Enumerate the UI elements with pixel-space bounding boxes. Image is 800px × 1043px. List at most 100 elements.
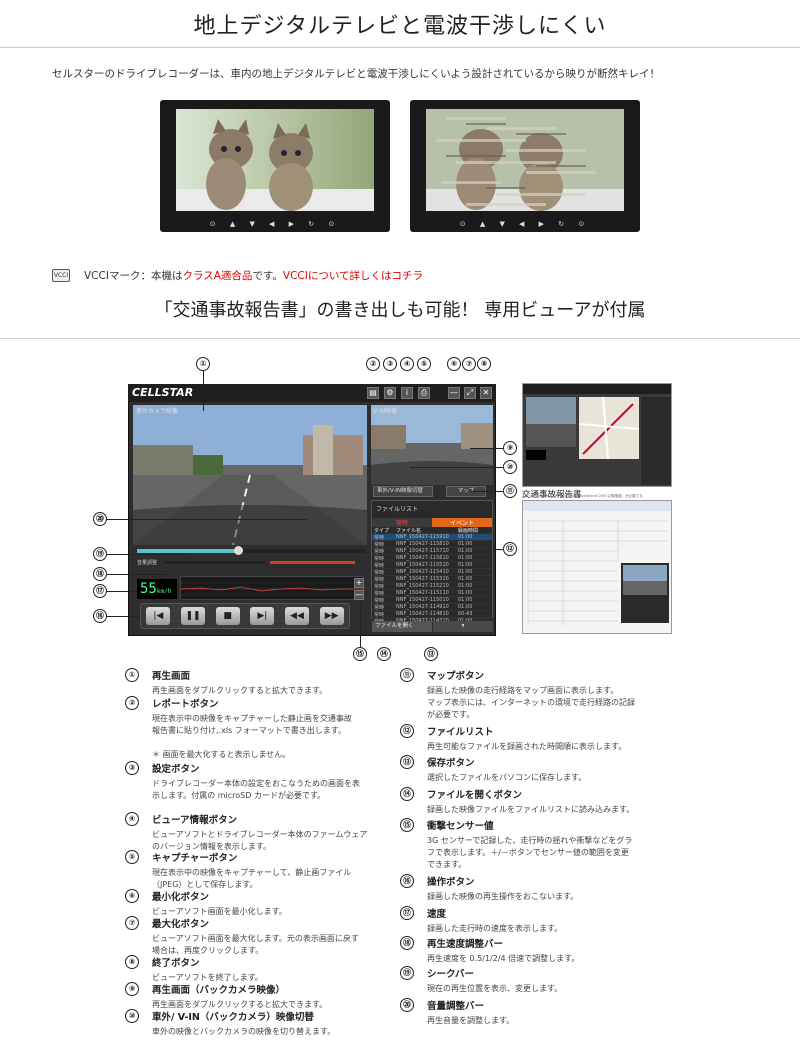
- close-button[interactable]: ✕: [480, 387, 492, 399]
- callout-line: [470, 491, 503, 492]
- rewind-button[interactable]: ◀◀: [284, 607, 309, 625]
- file-name: NNF_150427-115610: [396, 555, 449, 561]
- item-description: 録画した映像ファイルをファイルリストに読み込みます。: [427, 805, 635, 814]
- callout-12: ⑫: [503, 542, 517, 556]
- item-number: ①: [125, 668, 139, 682]
- item-description: 録画した映像の走行経路をマップ画面に表示します。 マップ表示には、インターネット…: [427, 686, 635, 719]
- seek-handle[interactable]: [234, 546, 243, 555]
- file-list-row[interactable]: 常時 NNF_150427-115110 01:00: [372, 590, 492, 597]
- callout-4: ④: [400, 357, 414, 371]
- file-type: 常時: [374, 577, 385, 583]
- callout-20: ⑳: [93, 512, 107, 526]
- feature-item: ③ 設定ボタン ドライブレコーダー本体の設定をおこなうための画面を表 示します。付属…: [125, 761, 395, 802]
- file-type: 常時: [374, 542, 385, 548]
- file-type: 常時: [374, 605, 385, 611]
- maximize-button[interactable]: ⤢: [464, 387, 476, 399]
- item-title: 速度: [427, 909, 447, 920]
- item-title: 最小化ボタン: [152, 892, 210, 903]
- open-file-button[interactable]: ファイルを開く: [372, 621, 432, 632]
- item-title: 再生画面（バックカメラ映像）: [152, 985, 286, 996]
- file-list-row[interactable]: 常時 NNF_150427-115710 01:00: [372, 548, 492, 555]
- item-title: 再生画面: [152, 671, 191, 682]
- seek-bar[interactable]: [137, 549, 365, 553]
- camera-switch-button[interactable]: 車外/V-IN映像切替: [373, 486, 433, 497]
- file-list-row[interactable]: 常時 NNF_150427-115610 01:00: [372, 555, 492, 562]
- col-filename: ファイル名: [396, 528, 422, 534]
- report-subtitle: 本ファイルを開くには、Microsoft Excel(Excel 2007以降推…: [522, 494, 646, 498]
- item-number: ⑤: [125, 850, 139, 864]
- item-title: 音量調整バー: [427, 1001, 485, 1012]
- file-duration: 01:00: [458, 590, 473, 596]
- settings-button[interactable]: ⚙: [384, 387, 396, 399]
- file-type: 常時: [374, 556, 385, 562]
- stop-button[interactable]: ■: [215, 607, 240, 625]
- save-button[interactable]: ▾: [433, 621, 493, 632]
- capture-button[interactable]: ⎙: [418, 387, 430, 399]
- viewer-info-button[interactable]: i: [401, 387, 413, 399]
- main-video-screen[interactable]: [133, 405, 367, 545]
- feature-item: ⑲ シークバー 現在の再生位置を表示、変更します。: [400, 966, 670, 995]
- file-type: 常時: [374, 570, 385, 576]
- file-list-row[interactable]: 常時 NNF_150427-115810 01:00: [372, 541, 492, 548]
- section-title: 「交通事故報告書」の書き出しも可能！ 専用ビューアが付属: [154, 300, 646, 321]
- file-name: NNF_150427-115110: [396, 590, 449, 596]
- seek-bar-fill: [137, 549, 240, 553]
- file-name: NNF_150427-115210: [396, 583, 449, 589]
- file-list-row[interactable]: 常時 NNF_150427-115910 01:00: [372, 534, 492, 541]
- cellstar-logo: CELLSTAR: [132, 386, 194, 399]
- file-type: 常時: [374, 591, 385, 597]
- callout-13: ⑬: [424, 647, 438, 661]
- item-number: ③: [125, 761, 139, 775]
- playback-speed-bar[interactable]: [165, 561, 265, 564]
- file-list-row[interactable]: 常時 NNF_150427-115210 01:00: [372, 583, 492, 590]
- file-list-row[interactable]: 常時 NNF_150427-114910 01:00: [372, 604, 492, 611]
- col-duration: 録画時間: [458, 528, 479, 534]
- file-list-row[interactable]: 常時 NNF_150427-115410 01:00: [372, 569, 492, 576]
- sensor-plus-button[interactable]: +: [354, 578, 364, 588]
- item-number: ⑮: [400, 818, 414, 832]
- callout-line: [107, 554, 187, 555]
- tab-regular[interactable]: 常時: [372, 518, 432, 527]
- file-list-row[interactable]: 常時 NNF_150427-114810 00:43: [372, 611, 492, 618]
- file-list-row[interactable]: 常時 NNF_150427-115010 01:00: [372, 597, 492, 604]
- callout-7: ⑦: [462, 357, 476, 371]
- vcci-text: VCCIマーク：本機は: [84, 270, 183, 282]
- item-description: 再生速度を 0.5/1/2/4 倍速で調整します。: [427, 954, 580, 963]
- callout-14: ⑭: [377, 647, 391, 661]
- tab-event[interactable]: イベント: [432, 518, 492, 527]
- item-description: 現在の再生位置を表示、変更します。: [427, 984, 563, 993]
- file-list-row[interactable]: 常時 NNF_150427-115510 01:00: [372, 562, 492, 569]
- playback-controls: |◀ ❚❚ ■ ▶| ◀◀ ▶▶: [140, 603, 350, 629]
- vcci-detail-link[interactable]: VCCIについて詳しくはコチラ: [283, 268, 423, 283]
- fast-forward-button[interactable]: ▶▶: [319, 607, 344, 625]
- item-title: 終了ボタン: [152, 958, 200, 969]
- map-view-screenshot: [522, 383, 672, 487]
- item-title: 再生速度調整バー: [427, 939, 504, 950]
- file-duration: 01:00: [458, 583, 473, 589]
- file-duration: 01:00: [458, 555, 473, 561]
- minimize-button[interactable]: —: [448, 387, 460, 399]
- vcci-text-mid: です。: [252, 270, 283, 282]
- next-file-button[interactable]: ▶|: [250, 607, 275, 625]
- report-button[interactable]: ▤: [367, 387, 379, 399]
- file-name: NNF_150427-114910: [396, 604, 449, 610]
- sensor-minus-button[interactable]: —: [354, 590, 364, 600]
- callout-8: ⑧: [477, 357, 491, 371]
- feature-item: ⑨ 再生画面（バックカメラ映像） 再生画面をダブルクリックすると拡大できます。: [125, 982, 395, 1011]
- item-description: 車外の映像とバックカメラの映像を切り替えます。: [152, 1027, 336, 1036]
- item-number: ⑬: [400, 755, 414, 769]
- item-number: ⑦: [125, 916, 139, 930]
- feature-item: ⑪ マップボタン 録画した映像の走行経路をマップ画面に表示します。 マップ表示には、…: [400, 668, 670, 721]
- file-type: 常時: [374, 598, 385, 604]
- file-duration: 01:00: [458, 548, 473, 554]
- pause-button[interactable]: ❚❚: [180, 607, 205, 625]
- file-type: 常時: [374, 549, 385, 555]
- report-excel-screenshot: [522, 500, 672, 634]
- volume-label: 音量調整: [137, 560, 158, 566]
- volume-bar[interactable]: [270, 561, 355, 564]
- file-list-row[interactable]: 常時 NNF_150427-115310 01:00: [372, 576, 492, 583]
- tv-clear-image: ⊙ ▲ ▼ ◀ ▶ ↻ ⊙: [160, 100, 390, 232]
- callout-3: ③: [383, 357, 397, 371]
- prev-file-button[interactable]: |◀: [146, 607, 171, 625]
- back-video-screen[interactable]: [371, 405, 493, 485]
